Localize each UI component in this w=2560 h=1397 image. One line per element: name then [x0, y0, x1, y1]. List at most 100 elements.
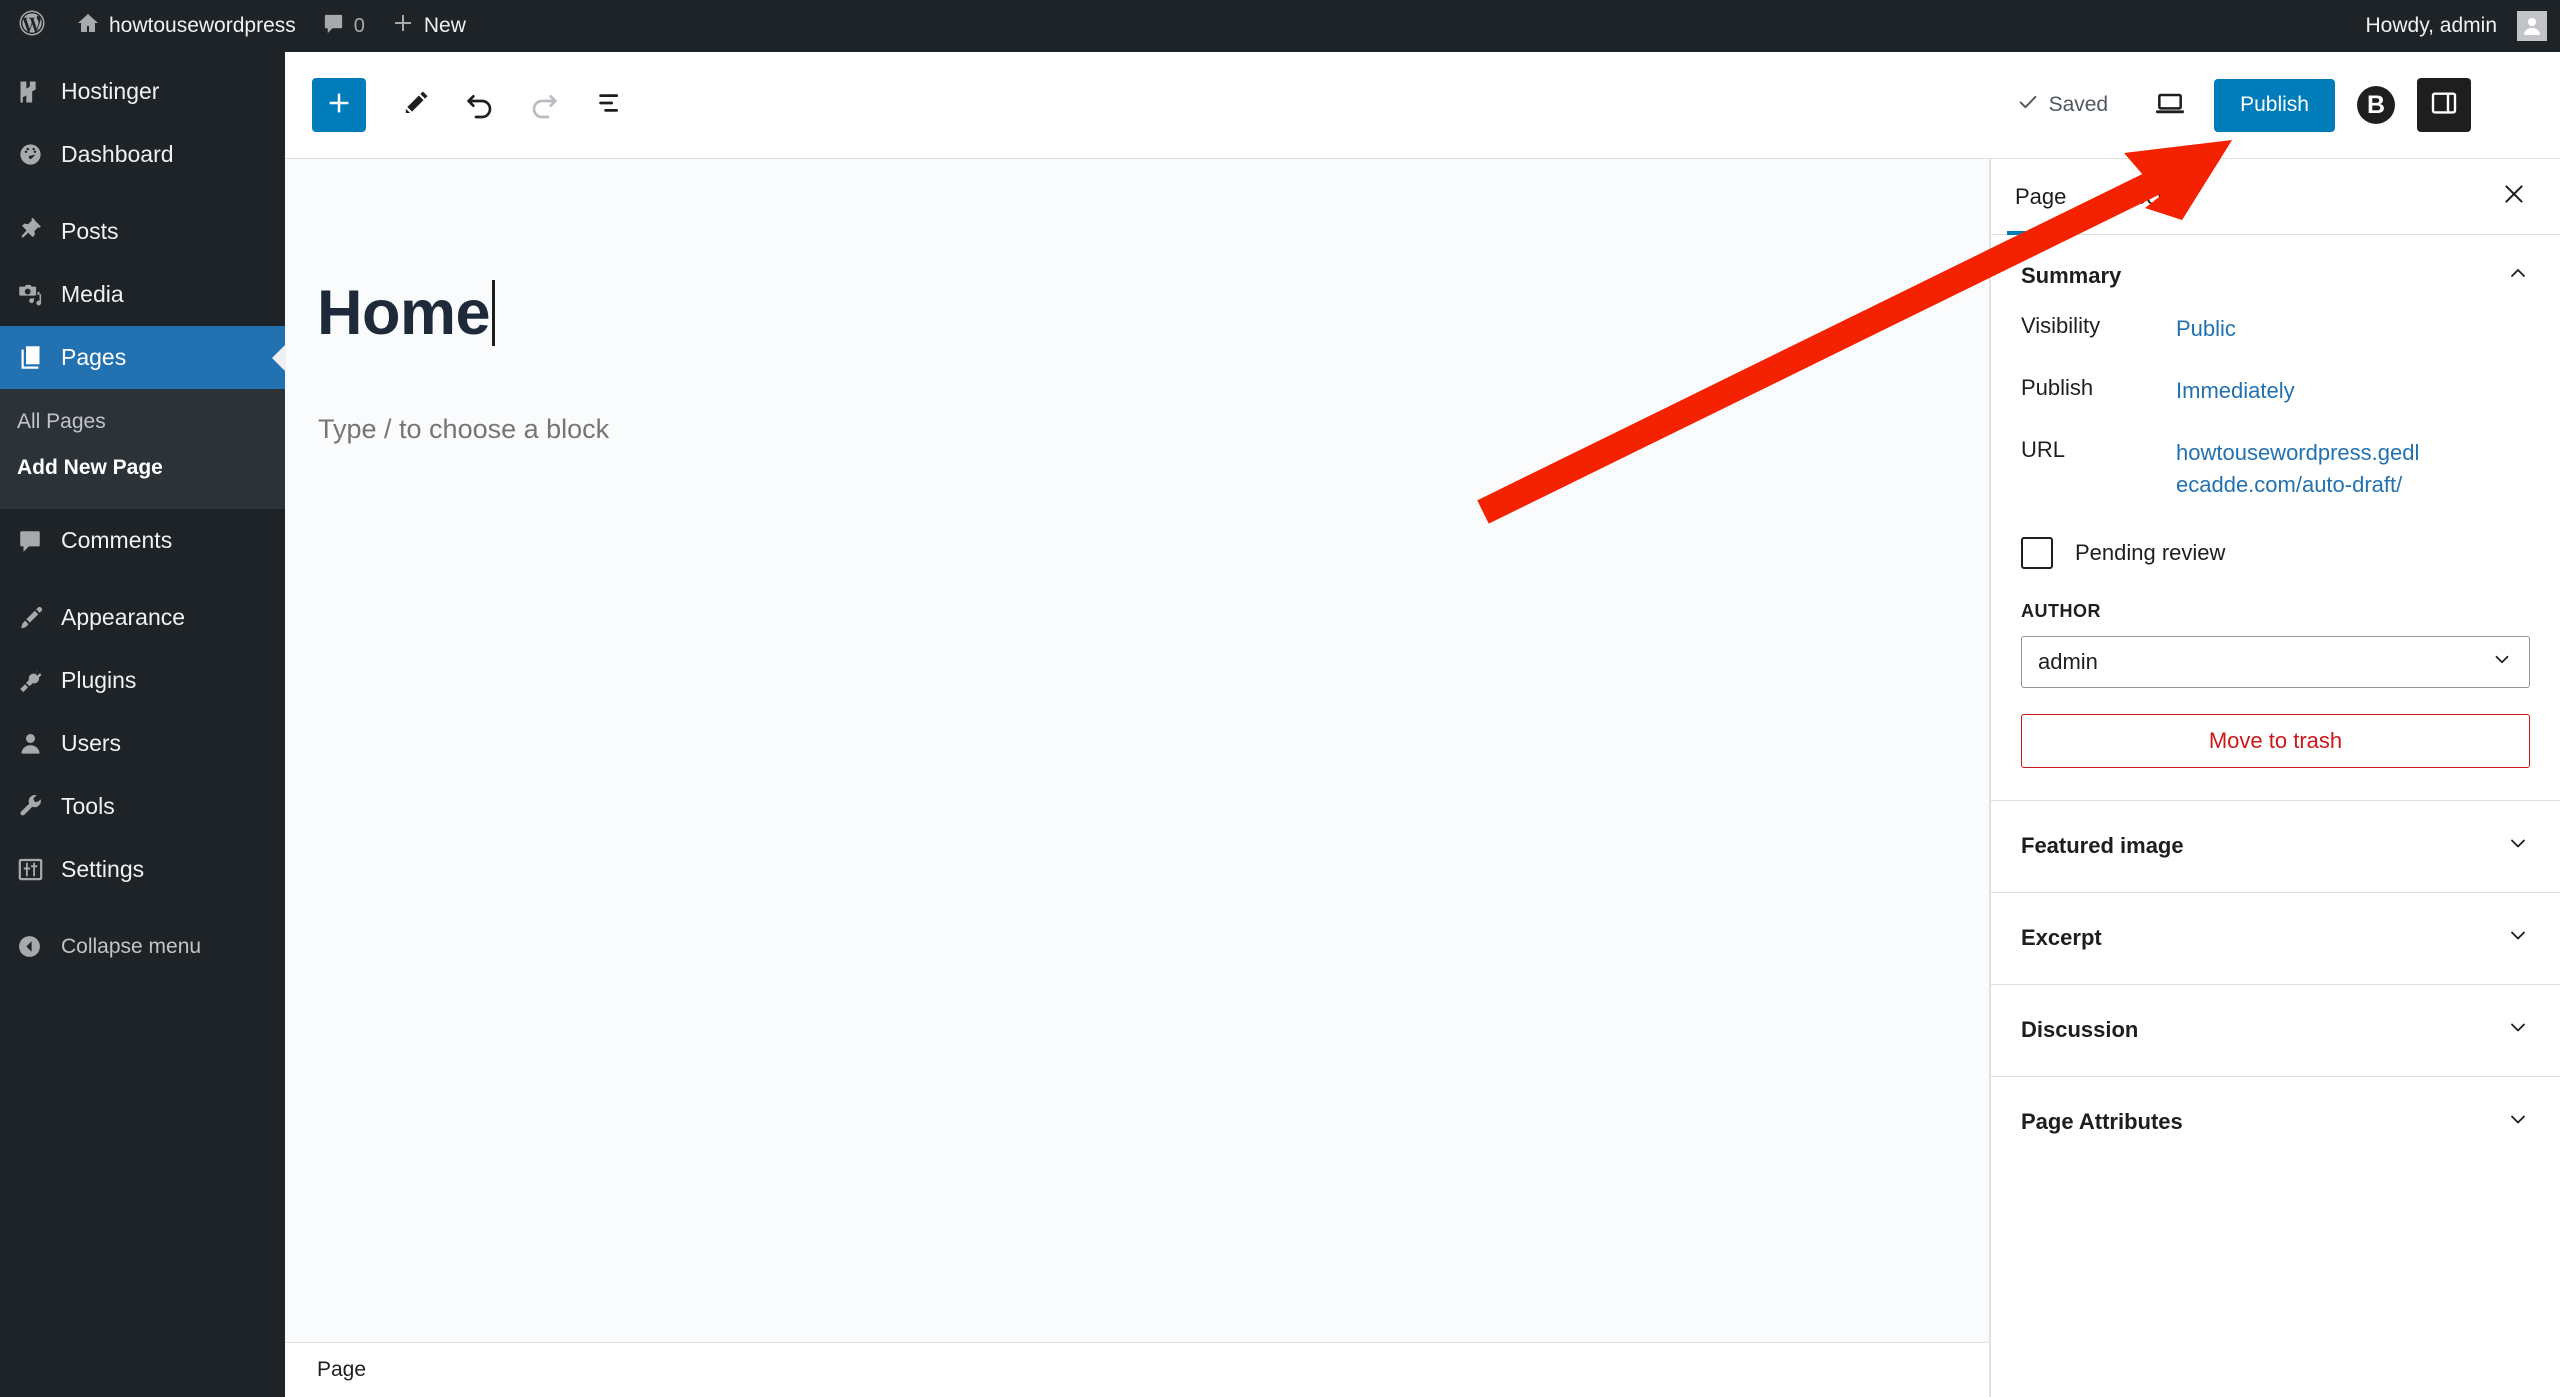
sidebar-item-plugins[interactable]: Plugins	[0, 649, 285, 712]
sidebar-item-comments[interactable]: Comments	[0, 509, 285, 572]
plug-icon	[17, 667, 61, 694]
undo-arrow-icon	[464, 87, 496, 124]
howdy-label: Howdy, admin	[2365, 14, 2498, 37]
list-view-icon	[593, 88, 623, 123]
block-editor: Saved Publish B Home Type / to choose a …	[285, 52, 2560, 1397]
tab-page[interactable]: Page	[1991, 159, 2090, 235]
chevron-down-icon	[2506, 1107, 2530, 1137]
sidebar-item-settings[interactable]: Settings	[0, 838, 285, 901]
pending-review-checkbox[interactable]	[2021, 536, 2053, 569]
plugin-badge-label: B	[2366, 90, 2386, 119]
brevo-plugin-icon[interactable]: B	[2357, 86, 2395, 124]
chevron-down-icon	[2506, 831, 2530, 861]
publish-button[interactable]: Publish	[2214, 78, 2335, 132]
pending-review-label: Pending review	[2075, 539, 2226, 565]
pending-review-row[interactable]: Pending review	[1991, 531, 2560, 569]
panel-page-attributes[interactable]: Page Attributes	[1991, 1075, 2560, 1168]
panel-excerpt-label: Excerpt	[2021, 925, 2102, 951]
list-view-button[interactable]	[578, 75, 638, 135]
admin-sidebar-menu: Hostinger Dashboard Posts Media Pages Al…	[0, 52, 285, 1397]
move-to-trash-button[interactable]: Move to trash	[2021, 713, 2530, 768]
panel-excerpt[interactable]: Excerpt	[1991, 891, 2560, 984]
sidebar-item-dashboard[interactable]: Dashboard	[0, 123, 285, 186]
pin-icon	[17, 218, 61, 245]
visibility-label: Visibility	[2021, 313, 2101, 338]
more-options-button[interactable]	[2487, 78, 2533, 132]
redo-button[interactable]	[514, 75, 574, 135]
panel-featured-image[interactable]: Featured image	[1991, 799, 2560, 892]
editor-canvas[interactable]: Home Type / to choose a block Page	[285, 159, 1990, 1397]
block-breadcrumb[interactable]: Page	[285, 1342, 1989, 1397]
pages-stack-icon	[17, 344, 61, 371]
sidebar-item-media[interactable]: Media	[0, 263, 285, 326]
author-select[interactable]: admin	[2021, 635, 2530, 688]
submenu-item-add-new-page[interactable]: Add New Page	[0, 445, 285, 491]
page-title-text: Home	[317, 278, 491, 348]
preview-button[interactable]	[2140, 75, 2200, 135]
edit-tools-button[interactable]	[386, 75, 446, 135]
author-select-value: admin	[2038, 648, 2098, 674]
settings-sidebar: Page Block Summary Visibility Public Pub…	[1990, 159, 2560, 1397]
user-icon	[17, 730, 61, 757]
wordpress-logo-icon	[17, 8, 47, 44]
sidebar-item-label: Dashboard	[61, 141, 174, 167]
editor-toolbar-right: Saved Publish B	[2017, 75, 2533, 135]
sidebar-item-tools[interactable]: Tools	[0, 775, 285, 838]
menu-separator	[0, 186, 285, 200]
url-value-button[interactable]: howtousewordpress.gedlecadde.com/auto-dr…	[2176, 437, 2431, 501]
sidebar-item-label: Hostinger	[61, 78, 160, 104]
summary-row-url: URL howtousewordpress.gedlecadde.com/aut…	[1991, 437, 2560, 501]
empty-block-placeholder[interactable]: Type / to choose a block	[318, 414, 609, 445]
panel-featured-image-label: Featured image	[2021, 833, 2184, 859]
sidebar-item-hostinger[interactable]: Hostinger	[0, 60, 285, 123]
settings-sidebar-toggle-button[interactable]	[2417, 78, 2471, 132]
page-title-input[interactable]: Home	[317, 277, 496, 349]
my-account-menu[interactable]: Howdy, admin	[2353, 0, 2560, 52]
submenu-item-label: Add New Page	[17, 456, 163, 479]
home-icon	[76, 11, 100, 41]
panel-discussion[interactable]: Discussion	[1991, 983, 2560, 1076]
tab-block[interactable]: Block	[2090, 159, 2192, 235]
new-content-menu[interactable]: New	[378, 0, 479, 52]
comments-menu[interactable]: 0	[309, 0, 378, 52]
comment-bubble-icon	[17, 528, 61, 554]
submenu-item-all-pages[interactable]: All Pages	[0, 399, 285, 445]
summary-panel-header[interactable]: Summary	[1991, 235, 2560, 313]
sidebar-item-posts[interactable]: Posts	[0, 200, 285, 263]
text-cursor	[492, 280, 496, 346]
site-name-menu[interactable]: howtousewordpress	[63, 0, 309, 52]
tab-block-label: Block	[2114, 183, 2169, 209]
sidebar-item-label: Tools	[61, 793, 115, 819]
visibility-value-button[interactable]: Public	[2176, 313, 2236, 345]
add-block-button[interactable]	[312, 78, 366, 132]
sidebar-item-pages[interactable]: Pages	[0, 326, 285, 389]
close-sidebar-button[interactable]	[2486, 169, 2542, 225]
save-status[interactable]: Saved	[2017, 91, 2108, 119]
hostinger-logo-icon	[17, 78, 61, 106]
undo-button[interactable]	[450, 75, 510, 135]
settings-sidebar-tabs: Page Block	[1991, 159, 2560, 235]
close-x-icon	[2501, 181, 2527, 212]
chevron-left-circle-icon	[17, 934, 61, 959]
block-breadcrumb-label: Page	[317, 1358, 367, 1381]
user-avatar-icon	[2517, 11, 2547, 41]
comment-bubble-icon	[322, 12, 345, 41]
sidebar-item-label: Media	[61, 281, 124, 307]
wrench-icon	[17, 793, 61, 820]
sidebar-item-appearance[interactable]: Appearance	[0, 586, 285, 649]
laptop-preview-icon	[2154, 87, 2186, 124]
publish-date-value-button[interactable]: Immediately	[2176, 375, 2295, 407]
tab-page-label: Page	[2015, 183, 2067, 209]
submenu-item-label: All Pages	[17, 410, 106, 433]
panel-page-attributes-label: Page Attributes	[2021, 1109, 2183, 1135]
collapse-menu-button[interactable]: Collapse menu	[0, 915, 285, 978]
plus-icon	[391, 11, 415, 41]
check-icon	[2017, 91, 2039, 119]
panel-discussion-label: Discussion	[2021, 1017, 2139, 1043]
pencil-icon	[401, 88, 431, 123]
block-placeholder-text: Type / to choose a block	[318, 414, 610, 444]
sidebar-item-users[interactable]: Users	[0, 712, 285, 775]
wordpress-logo-button[interactable]	[0, 0, 63, 52]
comments-count: 0	[353, 14, 365, 37]
menu-separator	[0, 901, 285, 915]
